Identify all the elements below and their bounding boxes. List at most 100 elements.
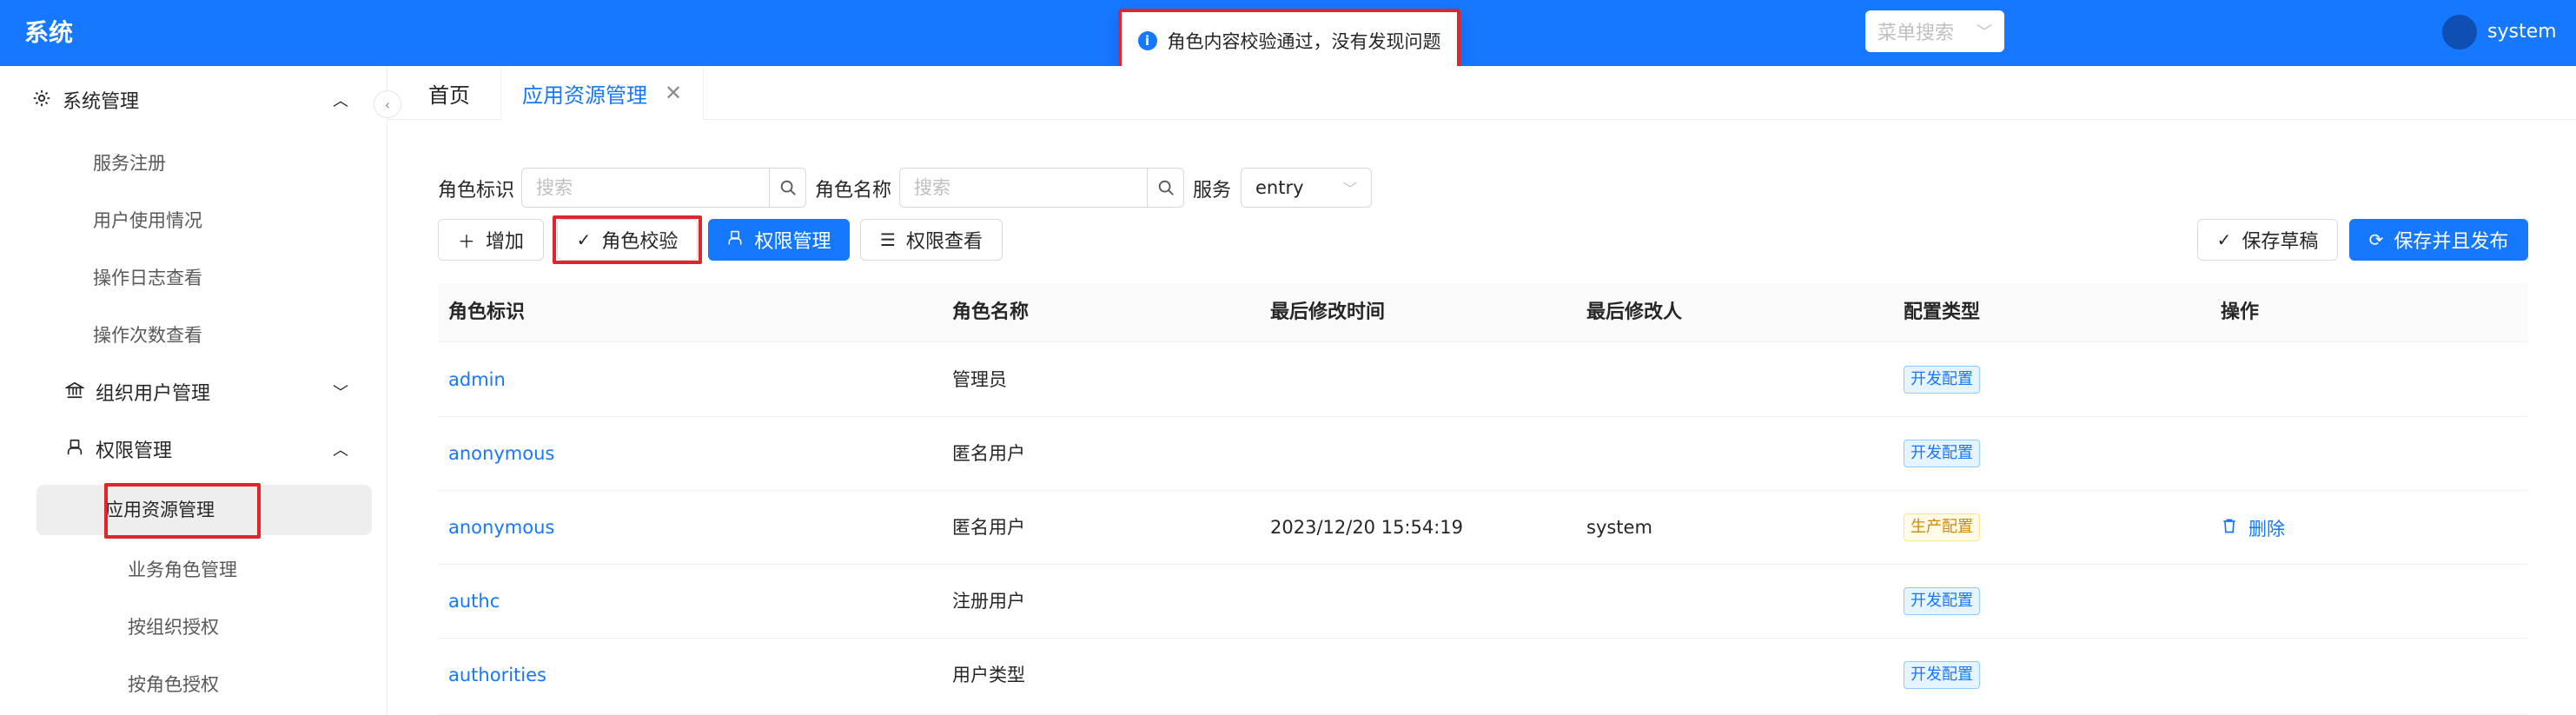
config-type-tag: 生产配置 (1904, 513, 1980, 541)
user-icon (726, 229, 744, 251)
tab-label: 应用资源管理 (522, 83, 647, 108)
col-role-name: 角色名称 (952, 301, 1030, 323)
table-row: admin 管理员 开发配置 (438, 343, 2528, 417)
plus-icon: ＋ (457, 230, 475, 252)
sidebar-group-org[interactable]: 组织用户管理 ﹀ (0, 363, 387, 420)
check-icon: ✓ (576, 229, 592, 250)
role-id-link[interactable]: authorities (448, 639, 546, 712)
search-icon[interactable] (1147, 169, 1183, 207)
config-type-tag: 开发配置 (1904, 661, 1980, 689)
sidebar-group-label: 系统管理 (63, 91, 140, 113)
role-name-cell: 注册用户 (952, 591, 1025, 612)
sidebar-group-label: 权限管理 (96, 440, 173, 462)
role-name-cell: 匿名用户 (952, 443, 1025, 464)
sidebar-item-label: 操作次数查看 (93, 325, 202, 346)
permission-manage-label: 权限管理 (754, 231, 831, 253)
tab-label: 首页 (428, 83, 470, 108)
sidebar-item-biz-role[interactable]: 业务角色管理 (0, 540, 387, 598)
sidebar-item-label: 操作日志查看 (93, 268, 202, 288)
permission-view-button[interactable]: ☰ 权限查看 (860, 219, 1003, 261)
sidebar-item-app-resource[interactable]: 应用资源管理 (105, 485, 215, 535)
table-row: anonymous 匿名用户 2023/12/20 15:54:19 syste… (438, 491, 2528, 565)
verify-role-label: 角色校验 (601, 231, 679, 253)
close-icon[interactable]: ✕ (665, 81, 682, 105)
add-button-label: 增加 (485, 231, 524, 253)
success-notification: i 角色内容校验通过，没有发现问题 (1118, 9, 1460, 73)
role-id-search (521, 168, 806, 208)
col-actions: 操作 (2221, 301, 2260, 323)
delete-label: 删除 (2248, 518, 2285, 540)
role-name-search (899, 168, 1184, 208)
chevron-left-icon: ‹ (384, 96, 391, 113)
bank-icon (63, 381, 86, 404)
save-draft-label: 保存草稿 (2242, 231, 2319, 253)
tab-bar: 首页 应用资源管理 ✕ (387, 66, 2576, 120)
info-icon: i (1137, 31, 1157, 50)
user-icon (64, 438, 85, 461)
role-id-link[interactable]: anonymous (448, 417, 554, 491)
chevron-down-icon: ﹀ (1977, 23, 1992, 42)
sidebar-group-perm[interactable]: 权限管理 ︿ (0, 420, 387, 478)
check-icon: ✓ (2216, 229, 2232, 250)
sidebar-item-by-role[interactable]: 按角色授权 (0, 655, 387, 712)
table-row: authorities 用户类型 开发配置 (438, 639, 2528, 715)
config-type-tag: 开发配置 (1904, 440, 1980, 467)
menu-search-select[interactable]: 菜单搜索 ﹀ (1865, 10, 2004, 52)
gear-icon (31, 89, 52, 112)
chevron-up-icon: ︿ (333, 92, 348, 110)
table-row: authc 注册用户 开发配置 (438, 565, 2528, 639)
avatar[interactable] (2442, 15, 2477, 50)
chevron-down-icon: ﹀ (1342, 181, 1357, 197)
chevron-down-icon: ﹀ (333, 384, 348, 402)
sidebar-item-label: 用户使用情况 (93, 210, 202, 231)
permission-manage-button[interactable]: 权限管理 (708, 219, 850, 261)
role-id-link[interactable]: authc (448, 565, 500, 639)
chevron-up-icon: ︿ (333, 441, 348, 460)
tab-home[interactable]: 首页 (428, 66, 470, 120)
role-id-input[interactable] (522, 169, 769, 207)
sidebar-item-op-log[interactable]: 操作日志查看 (0, 248, 387, 306)
table-row: anonymous 匿名用户 开发配置 (438, 417, 2528, 491)
role-name-cell: 匿名用户 (952, 517, 1025, 538)
sidebar-group-system[interactable]: 系统管理 ︿ (0, 71, 387, 129)
service-value: entry (1255, 177, 1304, 198)
app-brand[interactable]: 系统 (24, 0, 73, 66)
sidebar-item-label: 业务角色管理 (128, 559, 237, 580)
sync-icon: ⟳ (2368, 229, 2384, 250)
save-publish-label: 保存并且发布 (2394, 231, 2509, 253)
col-role-id: 角色标识 (448, 301, 526, 323)
sidebar-item-label: 按组织授权 (128, 617, 219, 638)
col-config-type: 配置类型 (1904, 301, 1981, 323)
save-publish-button[interactable]: ⟳ 保存并且发布 (2349, 219, 2528, 261)
sidebar-item-op-count[interactable]: 操作次数查看 (0, 306, 387, 363)
username[interactable]: system (2487, 0, 2557, 66)
service-select[interactable]: entry ﹀ (1241, 168, 1372, 208)
sidebar-item-by-org[interactable]: 按组织授权 (0, 598, 387, 655)
sidebar-item-service-register[interactable]: 服务注册 (0, 134, 387, 191)
trash-icon (2221, 517, 2238, 539)
sidebar-group-label: 组织用户管理 (96, 383, 211, 405)
config-type-tag: 开发配置 (1904, 366, 1980, 394)
role-id-link[interactable]: anonymous (448, 491, 554, 565)
tab-app-resource[interactable]: 应用资源管理 ✕ (500, 66, 705, 120)
role-name-input[interactable] (900, 169, 1147, 207)
sidebar-collapse-button[interactable]: ‹ (374, 90, 401, 118)
sidebar-item-label: 按角色授权 (128, 674, 219, 695)
table-header: 角色标识 角色名称 最后修改时间 最后修改人 配置类型 操作 (438, 283, 2528, 342)
save-draft-button[interactable]: ✓ 保存草稿 (2197, 219, 2338, 261)
search-icon[interactable] (769, 169, 805, 207)
role-name-cell: 用户类型 (952, 665, 1025, 685)
config-type-tag: 开发配置 (1904, 587, 1980, 615)
col-last-modified-time: 最后修改时间 (1270, 301, 1386, 323)
sidebar-item-user-usage[interactable]: 用户使用情况 (0, 191, 387, 248)
add-button[interactable]: ＋ 增加 (438, 219, 544, 261)
role-id-link[interactable]: admin (448, 343, 506, 417)
sidebar-item-label: 服务注册 (93, 153, 166, 174)
col-last-modified-by: 最后修改人 (1586, 301, 1683, 323)
role-name-cell: 管理员 (952, 369, 1007, 390)
verify-role-button[interactable]: ✓ 角色校验 (557, 219, 698, 261)
role-id-label: 角色标识 (438, 180, 515, 202)
delete-button[interactable]: 删除 (2221, 491, 2285, 565)
service-label: 服务 (1193, 180, 1232, 202)
modified-by-cell: system (1586, 517, 1652, 538)
